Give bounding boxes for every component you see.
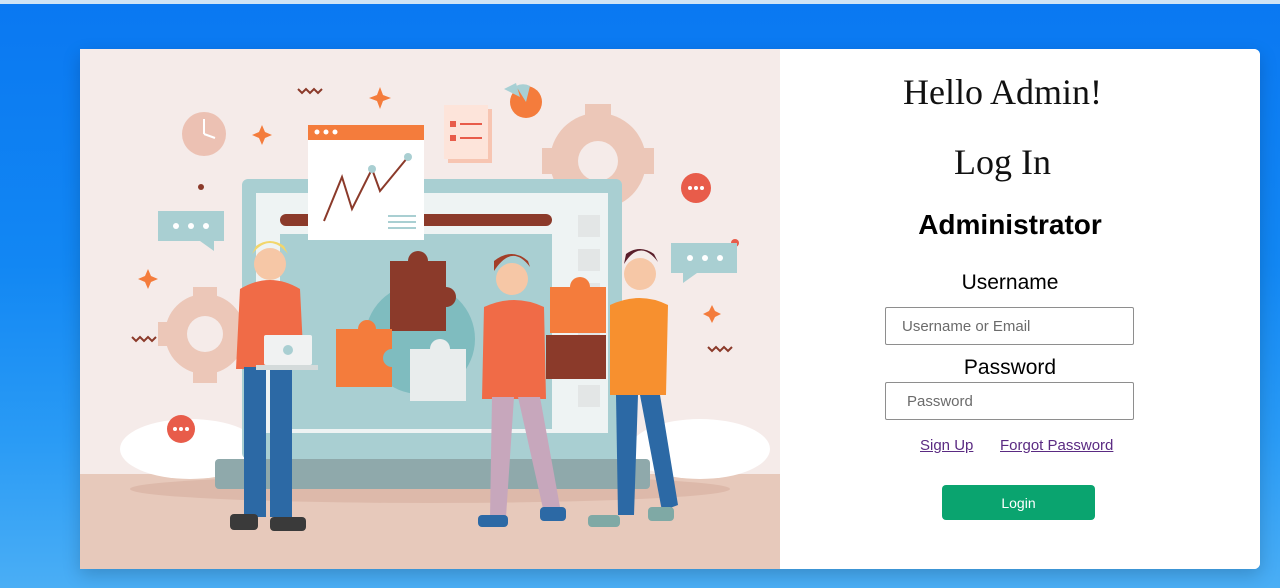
clock-icon	[182, 112, 226, 156]
line-chart-icon	[308, 125, 424, 240]
signup-link[interactable]: Sign Up	[920, 437, 973, 454]
login-heading: Log In	[954, 142, 1051, 182]
chat-bubble-icon	[158, 211, 224, 251]
chat-bubble-icon	[681, 173, 711, 203]
login-card: Hello Admin! Log In Administrator Userna…	[80, 49, 1260, 569]
checklist-icon	[444, 105, 492, 163]
auth-links: Sign Up Forgot Password	[780, 437, 1260, 459]
greeting-heading: Hello Admin!	[903, 72, 1102, 112]
chat-bubble-icon	[671, 243, 737, 283]
laptop-icon	[256, 335, 318, 370]
password-input[interactable]	[885, 382, 1134, 420]
forgot-password-link[interactable]: Forgot Password	[1000, 437, 1113, 454]
username-label: Username	[961, 271, 1059, 294]
login-panel: Hello Admin! Log In Administrator Userna…	[780, 49, 1260, 569]
password-label: Password	[963, 356, 1057, 379]
username-input[interactable]	[885, 307, 1134, 345]
hero-illustration	[80, 49, 780, 569]
role-heading: Administrator	[918, 209, 1102, 240]
pie-chart-icon	[504, 83, 542, 118]
chat-bubble-icon	[167, 415, 195, 443]
login-button[interactable]: Login	[942, 485, 1095, 520]
teamwork-illustration	[80, 83, 780, 569]
browser-top-edge	[0, 0, 1280, 4]
gear-icon	[158, 287, 245, 383]
